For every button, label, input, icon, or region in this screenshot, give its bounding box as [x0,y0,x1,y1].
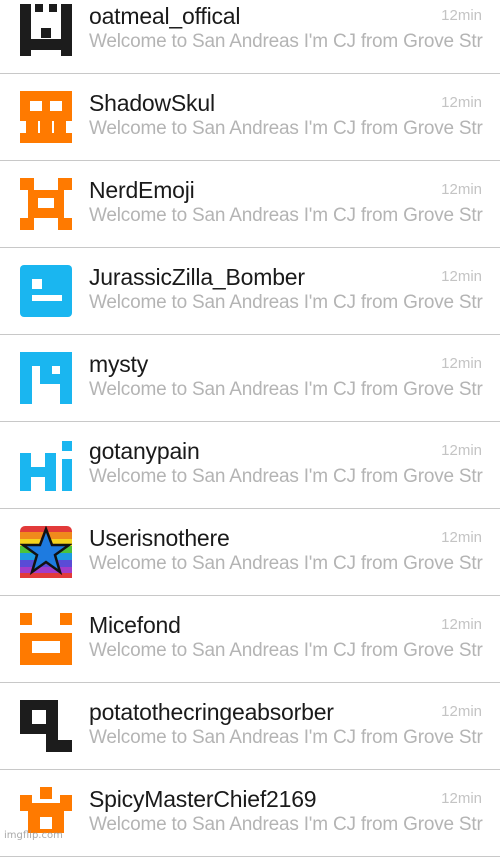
message-preview: Welcome to San Andreas I'm CJ from Grove… [89,466,483,487]
conversation-item[interactable]: JurassicZilla_Bomber Welcome to San Andr… [0,248,500,335]
conversation-item[interactable]: gotanypain Welcome to San Andreas I'm CJ… [0,422,500,509]
timestamp: 12min [441,7,482,24]
conversation-item[interactable]: ShadowSkul Welcome to San Andreas I'm CJ… [0,74,500,161]
timestamp: 12min [441,355,482,372]
timestamp: 12min [441,529,482,546]
username: gotanypain [89,438,200,464]
rainbow-star-icon [20,526,72,578]
timestamp: 12min [441,616,482,633]
conversation-item[interactable]: potatothecringeabsorber Welcome to San A… [0,683,500,770]
orange-skull-icon [20,91,72,143]
message-preview: Welcome to San Andreas I'm CJ from Grove… [89,727,483,748]
timestamp: 12min [441,181,482,198]
blue-m-block-icon [20,352,72,404]
username: mysty [89,351,149,377]
username: JurassicZilla_Bomber [89,264,305,290]
message-preview: Welcome to San Andreas I'm CJ from Grove… [89,31,483,52]
conversation-item[interactable]: Userisnothere Welcome to San Andreas I'm… [0,509,500,596]
message-preview: Welcome to San Andreas I'm CJ from Grove… [89,640,483,661]
timestamp: 12min [441,442,482,459]
black-smile-face-icon [20,4,72,56]
message-preview: Welcome to San Andreas I'm CJ from Grove… [89,553,483,574]
orange-invader-icon [20,178,72,230]
message-preview: Welcome to San Andreas I'm CJ from Grove… [89,814,483,835]
username: Micefond [89,612,181,638]
username: SpicyMasterChief2169 [89,786,317,812]
message-preview: Welcome to San Andreas I'm CJ from Grove… [89,292,483,313]
timestamp: 12min [441,790,482,807]
conversation-item[interactable]: oatmeal_offical Welcome to San Andreas I… [0,0,500,74]
conversation-item[interactable]: NerdEmoji Welcome to San Andreas I'm CJ … [0,161,500,248]
message-preview: Welcome to San Andreas I'm CJ from Grove… [89,118,483,139]
timestamp: 12min [441,94,482,111]
message-preview: Welcome to San Andreas I'm CJ from Grove… [89,379,483,400]
username: ShadowSkul [89,90,215,116]
message-preview: Welcome to San Andreas I'm CJ from Grove… [89,205,483,226]
conversation-item[interactable]: Micefond Welcome to San Andreas I'm CJ f… [0,596,500,683]
watermark: imgflip.com [4,830,63,841]
username: NerdEmoji [89,177,195,203]
blue-robot-face-icon [20,265,72,317]
username: potatothecringeabsorber [89,699,334,725]
black-q-shape-icon [20,700,72,752]
orange-grin-face-icon [20,613,72,665]
timestamp: 12min [441,268,482,285]
blue-hi-icon [20,439,72,491]
username: Userisnothere [89,525,230,551]
username: oatmeal_offical [89,3,241,29]
conversation-item[interactable]: mysty Welcome to San Andreas I'm CJ from… [0,335,500,422]
timestamp: 12min [441,703,482,720]
